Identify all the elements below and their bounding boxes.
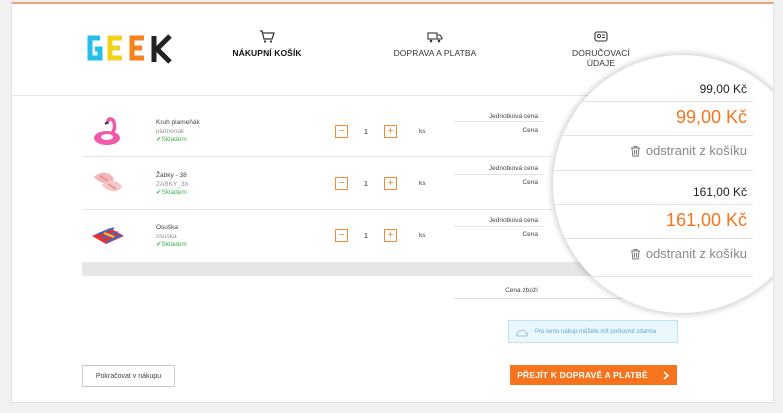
cloud-icon: [516, 329, 528, 336]
product-info: Osuška osuska ✔Skladem: [156, 224, 187, 250]
unit-label: ks: [419, 180, 426, 187]
line-total-value: 161,00 Kč: [665, 210, 747, 230]
quantity-input[interactable]: 1: [348, 177, 384, 190]
magnifier-divider: [553, 135, 753, 136]
unit-price-value: 99,00 Kč: [699, 82, 747, 96]
price-cell-divider: [454, 160, 544, 175]
continue-shopping-label: Pokračovat v nákupu: [95, 372, 162, 380]
price-cell-divider: [454, 212, 544, 227]
decrease-button[interactable]: −: [335, 125, 348, 138]
magnifier-divider: [553, 204, 753, 205]
row-divider: [82, 209, 552, 210]
stock-status: ✔Skladem: [156, 189, 187, 196]
product-code: ZABKY_38: [156, 180, 189, 188]
goods-price-label: Cena zboží: [505, 287, 538, 294]
unit-price-value: 161,00 Kč: [692, 185, 747, 199]
product-name[interactable]: Osuška: [156, 224, 187, 233]
unit-label: ks: [419, 128, 426, 135]
product-info: Žabky - 38 ZABKY_38 ✔Skladem: [156, 172, 188, 198]
quantity-input[interactable]: 1: [348, 125, 384, 138]
proceed-to-shipping-button[interactable]: PŘEJÍT K DOPRAVĚ A PLATBĚ: [510, 365, 677, 385]
product-name[interactable]: Kruh plameňák: [156, 119, 200, 128]
product-image[interactable]: [90, 167, 126, 197]
proceed-label: PŘEJÍT K DOPRAVĚ A PLATBĚ: [517, 370, 648, 380]
free-shipping-text: Pro tento nákup můžete mít poštovné zdar…: [535, 328, 657, 335]
magnifier-divider: [553, 276, 753, 277]
product-image[interactable]: [92, 114, 124, 148]
cart-page: NÁKUPNÍ KOŠÍK DOPRAVA A PLATBA DORUČOVAC…: [11, 2, 774, 403]
price-label: Cena: [522, 231, 538, 238]
price-label: Cena: [522, 179, 538, 186]
price-label: Cena: [522, 127, 538, 134]
magnifier-divider: [553, 101, 753, 102]
trash-icon: [630, 248, 640, 259]
chevron-right-icon: [663, 370, 670, 380]
decrease-button[interactable]: −: [335, 229, 348, 242]
step-delivery[interactable]: DORUČOVACÍ ÚDAJE: [559, 30, 643, 68]
stock-status: ✔Skladem: [156, 241, 187, 248]
step-label: DOPRAVA A PLATBA: [393, 48, 477, 58]
step-label: DORUČOVACÍ ÚDAJE: [572, 48, 630, 68]
remove-label: odstranit z košíku: [645, 246, 747, 261]
truck-icon: [427, 32, 443, 43]
price-cell-divider: [454, 107, 544, 122]
step-label: NÁKUPNÍ KOŠÍK: [232, 48, 302, 58]
stock-status: ✔Skladem: [156, 136, 187, 143]
address-card-icon: [594, 31, 608, 42]
decrease-button[interactable]: −: [335, 177, 348, 190]
geek-logo[interactable]: [84, 32, 174, 66]
cart-icon: [260, 30, 275, 43]
quantity-stepper: − 1 +: [335, 125, 397, 138]
remove-from-cart-button[interactable]: odstranit z košíku: [630, 143, 747, 158]
product-info: Kruh plameňák plamenak ✔Skladem: [156, 119, 200, 145]
free-shipping-note: Pro tento nákup můžete mít poštovné zdar…: [508, 320, 678, 343]
step-shipping[interactable]: DOPRAVA A PLATBA: [392, 30, 478, 58]
remove-label: odstranit z košíku: [645, 143, 747, 158]
unit-label: ks: [419, 232, 426, 239]
row-divider: [82, 156, 552, 157]
quantity-stepper: − 1 +: [335, 177, 397, 190]
product-name[interactable]: Žabky - 38: [156, 172, 188, 181]
continue-shopping-button[interactable]: Pokračovat v nákupu: [82, 365, 175, 387]
increase-button[interactable]: +: [384, 177, 397, 190]
remove-from-cart-button[interactable]: odstranit z košíku: [630, 246, 747, 261]
magnifier-divider: [553, 170, 753, 171]
quantity-input[interactable]: 1: [348, 229, 384, 242]
product-code: plamenak: [156, 127, 185, 135]
increase-button[interactable]: +: [384, 229, 397, 242]
trash-icon: [630, 145, 640, 156]
product-code: osuska: [156, 232, 177, 240]
increase-button[interactable]: +: [384, 125, 397, 138]
quantity-stepper: − 1 +: [335, 229, 397, 242]
magnifier-divider: [553, 238, 753, 239]
step-cart[interactable]: NÁKUPNÍ KOŠÍK: [230, 30, 304, 58]
line-total-value: 99,00 Kč: [675, 107, 747, 127]
product-image[interactable]: [90, 224, 126, 246]
